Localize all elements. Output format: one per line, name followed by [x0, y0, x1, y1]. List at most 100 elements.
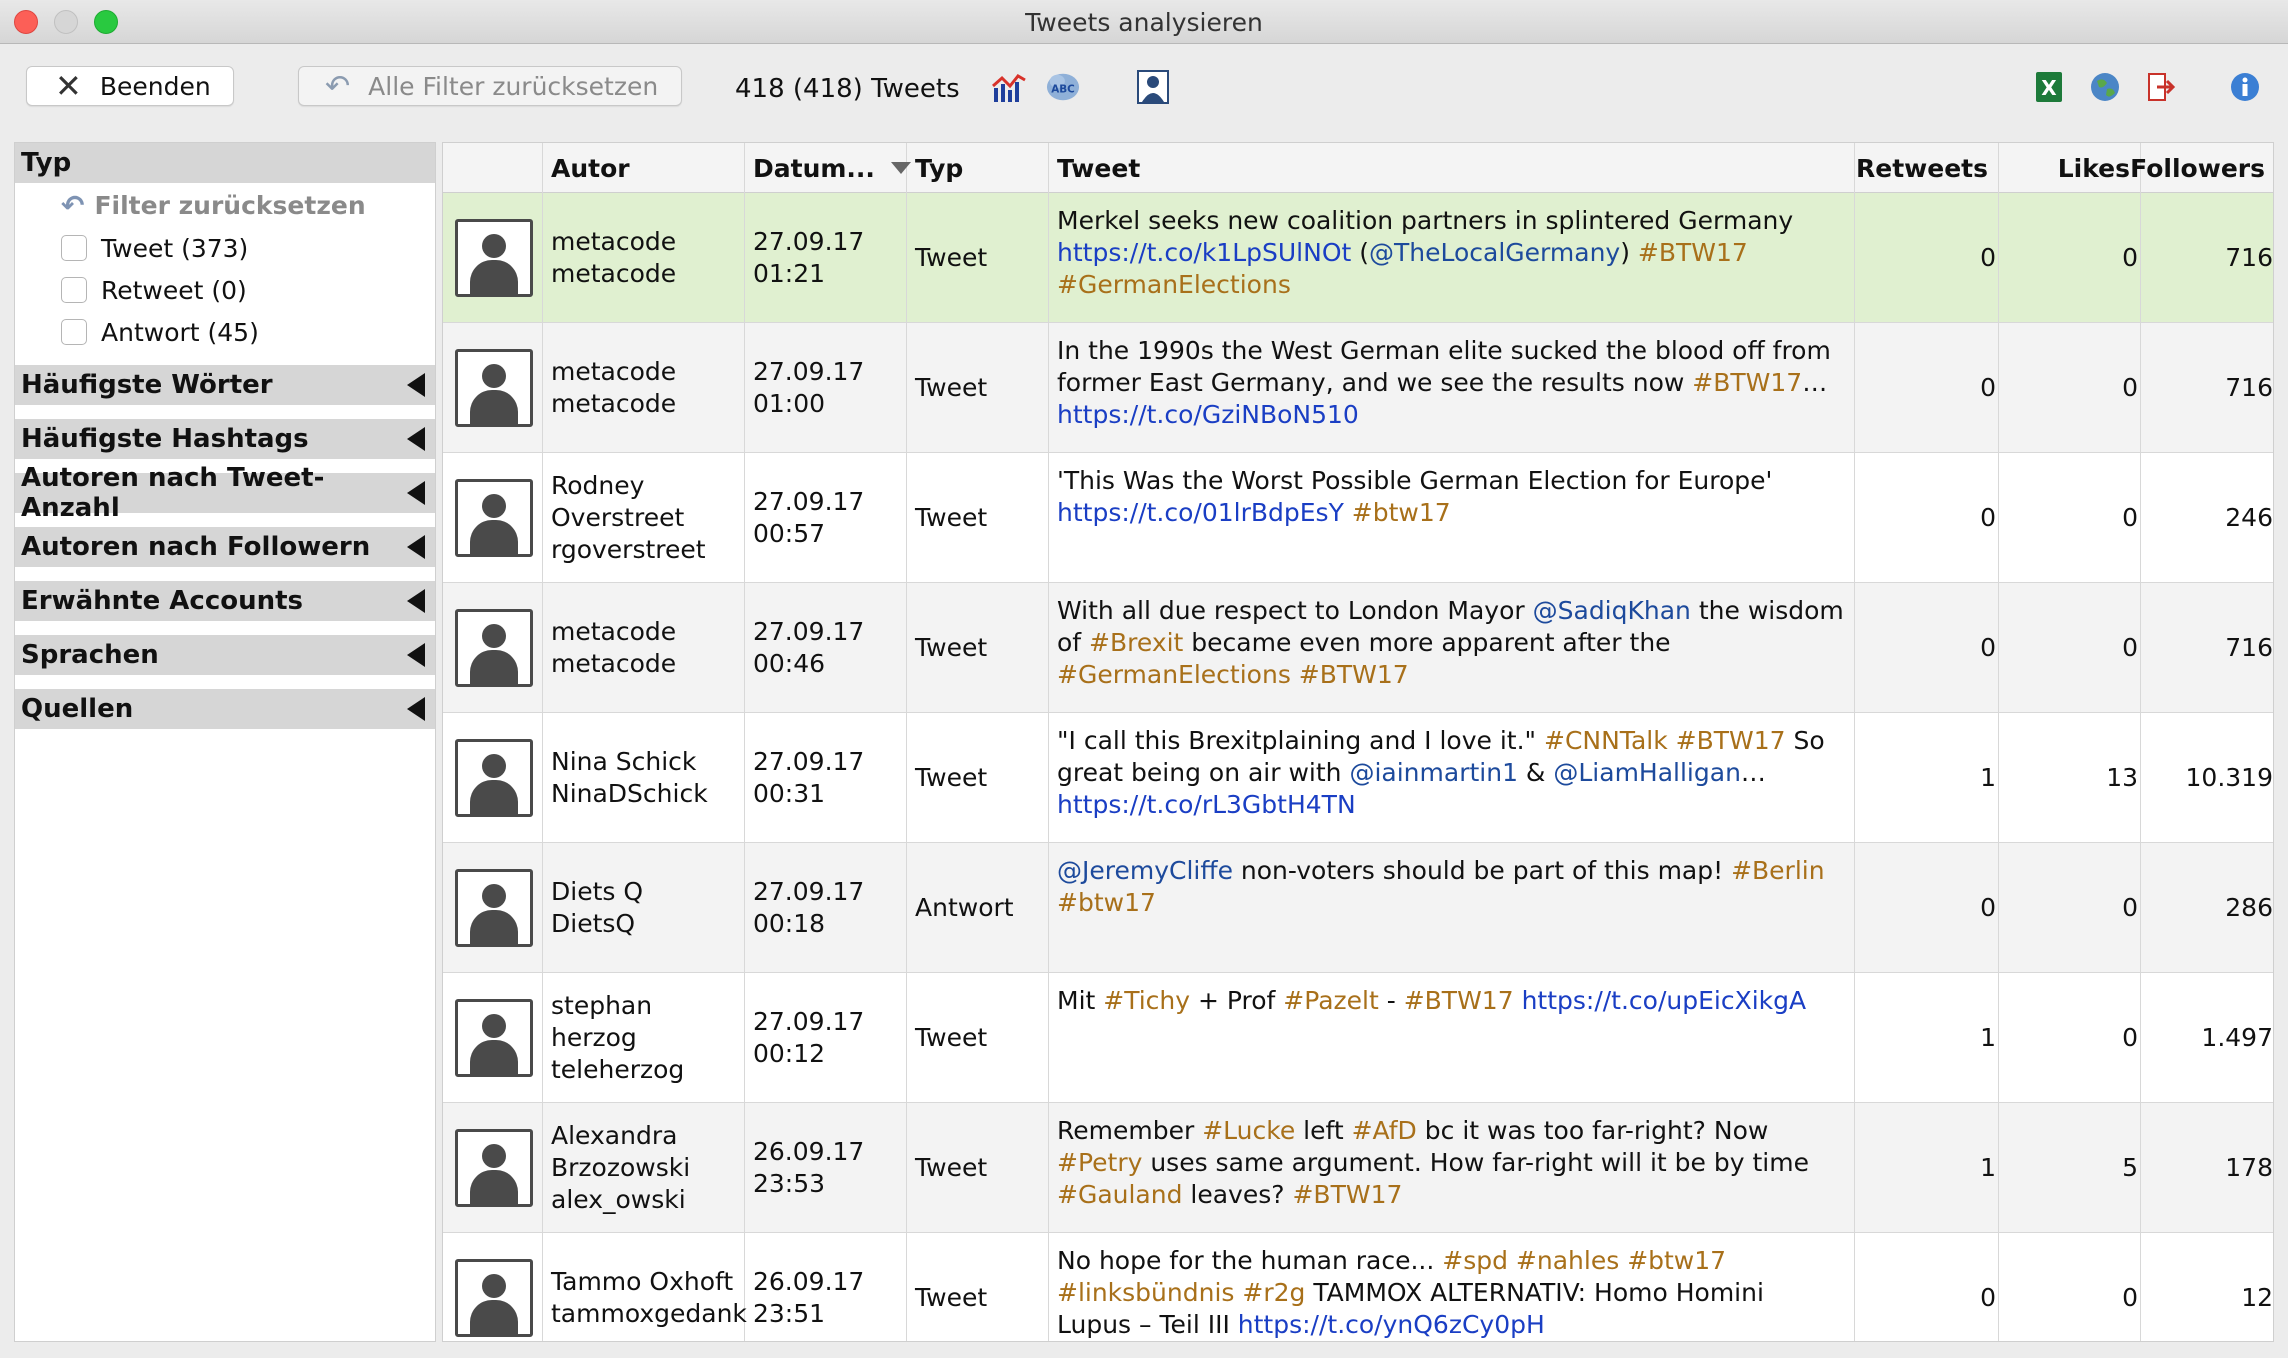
sidebar-section-4[interactable]: Erwähnte Accounts: [15, 581, 435, 621]
collapse-arrow-icon[interactable]: [407, 589, 425, 613]
word-cloud-icon[interactable]: ABC: [1046, 70, 1080, 104]
table-row[interactable]: metacode metacode 27.09.17 01:00 Tweet In the…: [443, 323, 2273, 453]
tweet-line: of #Brexit became even more apparent aft…: [1057, 627, 1844, 659]
globe-icon[interactable]: [2088, 70, 2122, 104]
column-header-date[interactable]: Datum...: [745, 143, 911, 193]
reset-all-filters-button[interactable]: ↶ Alle Filter zurücksetzen: [298, 66, 682, 106]
hashtag[interactable]: #BTW17: [1676, 726, 1786, 755]
hashtag[interactable]: #CNNTalk: [1544, 726, 1668, 755]
column-header-likes[interactable]: Likes: [1999, 143, 2141, 193]
filter-checkbox-answer[interactable]: Antwort (45): [15, 311, 435, 353]
avatar[interactable]: [455, 479, 533, 557]
hashtag[interactable]: #Pazelt: [1283, 986, 1378, 1015]
filter-checkbox-retweet[interactable]: Retweet (0): [15, 269, 435, 311]
checkbox[interactable]: [61, 277, 87, 303]
column-header-tweet[interactable]: Tweet: [1049, 143, 1855, 193]
tweet-text-segment: Merkel seeks new coalition partners in s…: [1057, 206, 1794, 235]
hashtag[interactable]: #btw17: [1627, 1246, 1726, 1275]
filter-checkbox-tweet[interactable]: Tweet (373): [15, 227, 435, 269]
mention[interactable]: @TheLocalGermany: [1369, 238, 1620, 267]
checkbox[interactable]: [61, 235, 87, 261]
author-line: metacode: [551, 357, 677, 386]
hashtag[interactable]: #Lucke: [1202, 1116, 1295, 1145]
filter-reset-link[interactable]: ↶ Filter zurücksetzen: [15, 183, 435, 227]
tweet-text-segment: uses same argument. How far-right will i…: [1142, 1148, 1809, 1177]
table-row[interactable]: Nina Schick NinaDSchick 27.09.17 00:31 Tweet…: [443, 713, 2273, 843]
collapse-arrow-icon[interactable]: [407, 427, 425, 451]
table-row[interactable]: metacode metacode 27.09.17 01:21 Tweet Merkel…: [443, 193, 2273, 323]
tweet-text-segment: the wisdom: [1690, 596, 1844, 625]
hashtag[interactable]: #GermanElections: [1057, 660, 1291, 689]
tweet-link[interactable]: https://t.co/ynQ6zCy0pH: [1238, 1310, 1545, 1339]
column-header-retweets[interactable]: Retweets: [1855, 143, 1999, 193]
tweet-link[interactable]: https://t.co/upEicXikgA: [1522, 986, 1807, 1015]
hashtag[interactable]: #BTW17: [1292, 1180, 1402, 1209]
hashtag[interactable]: #GermanElections: [1057, 270, 1291, 299]
avatar[interactable]: [455, 219, 533, 297]
hashtag[interactable]: #AfD: [1352, 1116, 1417, 1145]
hashtag[interactable]: #Tichy: [1103, 986, 1190, 1015]
hashtag[interactable]: #BTW17: [1692, 368, 1802, 397]
excel-icon[interactable]: X: [2032, 70, 2066, 104]
sidebar-section-0[interactable]: Häufigste Wörter: [15, 365, 435, 405]
avatar[interactable]: [455, 1259, 533, 1337]
avatar[interactable]: [455, 869, 533, 947]
author-line: Overstreet: [551, 503, 685, 532]
quit-button[interactable]: ✕ Beenden: [26, 66, 234, 106]
table-row[interactable]: Tammo Oxhoft tammoxgedank 26.09.17 23:51 Twe…: [443, 1233, 2273, 1341]
export-icon[interactable]: [2144, 70, 2178, 104]
avatar[interactable]: [455, 999, 533, 1077]
tweet-link[interactable]: https://t.co/k1LpSUlNOt: [1057, 238, 1351, 267]
tweet-text-segment: left: [1295, 1116, 1352, 1145]
mention[interactable]: @iainmartin1: [1349, 758, 1518, 787]
hashtag[interactable]: #Petry: [1057, 1148, 1142, 1177]
table-row[interactable]: Alexandra Brzozowski alex_owski 26.09.17 23:…: [443, 1103, 2273, 1233]
type-filter-header[interactable]: Typ: [15, 143, 435, 183]
column-header-author[interactable]: Autor: [543, 143, 745, 193]
collapse-arrow-icon[interactable]: [407, 643, 425, 667]
tweet-link[interactable]: https://t.co/01lrBdpEsY: [1057, 498, 1344, 527]
collapse-arrow-icon[interactable]: [407, 481, 425, 505]
collapse-arrow-icon[interactable]: [407, 373, 425, 397]
tweet-link[interactable]: https://t.co/rL3GbtH4TN: [1057, 790, 1356, 819]
collapse-arrow-icon[interactable]: [407, 697, 425, 721]
hashtag[interactable]: #btw17: [1057, 888, 1156, 917]
table-row[interactable]: Rodney Overstreet rgoverstreet 27.09.17 00:5…: [443, 453, 2273, 583]
tweet-link[interactable]: https://t.co/GziNBoN510: [1057, 400, 1359, 429]
hashtag[interactable]: #linksbündnis: [1057, 1278, 1234, 1307]
mention[interactable]: @LiamHalligan: [1553, 758, 1741, 787]
sidebar-section-1[interactable]: Häufigste Hashtags: [15, 419, 435, 459]
tweet-text-segment: No hope for the human race...: [1057, 1246, 1443, 1275]
table-row[interactable]: metacode metacode 27.09.17 00:46 Tweet With a…: [443, 583, 2273, 713]
column-header-followers[interactable]: Followers: [2130, 143, 2273, 193]
hashtag[interactable]: #BTW17: [1404, 986, 1514, 1015]
hashtag[interactable]: #Brexit: [1089, 628, 1183, 657]
column-header-type[interactable]: Typ: [907, 143, 1049, 193]
checkbox[interactable]: [61, 319, 87, 345]
mention[interactable]: @JeremyCliffe: [1057, 856, 1233, 885]
table-row[interactable]: Diets Q DietsQ 27.09.17 00:18 Antwort @Jeremy…: [443, 843, 2273, 973]
hashtag[interactable]: #spd: [1442, 1246, 1508, 1275]
avatar[interactable]: [455, 739, 533, 817]
sidebar-section-3[interactable]: Autoren nach Followern: [15, 527, 435, 567]
hashtag[interactable]: #nahles: [1516, 1246, 1619, 1275]
hashtag[interactable]: #Berlin: [1731, 856, 1825, 885]
avatar[interactable]: [455, 1129, 533, 1207]
avatar[interactable]: [455, 609, 533, 687]
hashtag[interactable]: #r2g: [1242, 1278, 1305, 1307]
avatar[interactable]: [455, 349, 533, 427]
chart-icon[interactable]: [992, 70, 1026, 104]
collapse-arrow-icon[interactable]: [407, 535, 425, 559]
hashtag[interactable]: #BTW17: [1299, 660, 1409, 689]
sidebar-section-2[interactable]: Autoren nach Tweet-Anzahl: [15, 463, 435, 523]
table-row[interactable]: stephan herzog teleherzog 27.09.17 00:12 Twee…: [443, 973, 2273, 1103]
info-icon[interactable]: [2228, 70, 2262, 104]
hashtag[interactable]: #btw17: [1352, 498, 1451, 527]
mention[interactable]: @SadiqKhan: [1533, 596, 1691, 625]
hashtag[interactable]: #BTW17: [1638, 238, 1748, 267]
person-icon[interactable]: [1136, 70, 1170, 104]
hashtag[interactable]: #Gauland: [1057, 1180, 1182, 1209]
sidebar-section-5[interactable]: Sprachen: [15, 635, 435, 675]
sidebar-section-6[interactable]: Quellen: [15, 689, 435, 729]
